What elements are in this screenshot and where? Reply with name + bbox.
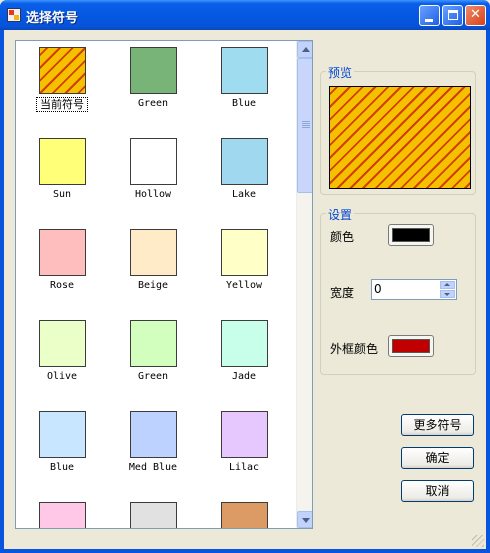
- symbol-swatch: [39, 138, 86, 185]
- resize-grip[interactable]: [472, 535, 484, 547]
- symbol-item[interactable]: [17, 498, 107, 528]
- symbol-item[interactable]: Rose: [17, 225, 107, 305]
- symbol-item[interactable]: Sun: [17, 134, 107, 214]
- symbol-label: Beige: [137, 280, 169, 291]
- symbol-swatch: [221, 229, 268, 276]
- symbol-item[interactable]: Lake: [199, 134, 289, 214]
- title-bar[interactable]: 选择符号 ✕: [0, 0, 490, 30]
- arrow-up-icon: [302, 47, 310, 52]
- symbol-item[interactable]: Green: [108, 43, 198, 123]
- app-icon: [7, 8, 21, 22]
- symbol-label: Lake: [231, 189, 257, 200]
- ok-button[interactable]: 确定: [401, 447, 474, 469]
- fill-color-swatch: [392, 228, 430, 242]
- vertical-scrollbar[interactable]: [296, 41, 312, 528]
- symbol-swatch: [130, 320, 177, 367]
- color-label: 颜色: [330, 230, 355, 244]
- symbol-swatch: [39, 502, 86, 528]
- symbol-preview: [329, 86, 471, 189]
- symbol-item[interactable]: Beige: [108, 225, 198, 305]
- minimize-button[interactable]: [419, 5, 440, 26]
- grip-line: [302, 121, 310, 122]
- symbol-swatch: [221, 411, 268, 458]
- spin-up-button[interactable]: [440, 281, 455, 289]
- symbol-swatch: [39, 229, 86, 276]
- symbol-item[interactable]: Lilac: [199, 407, 289, 487]
- maximize-button[interactable]: [442, 5, 463, 26]
- symbol-label: Rose: [49, 280, 75, 291]
- symbol-item[interactable]: 当前符号: [17, 43, 107, 123]
- scroll-thumb[interactable]: [297, 58, 312, 193]
- settings-group: 设置 颜色 宽度 0 外框颜色: [320, 206, 476, 375]
- symbol-swatch: [39, 411, 86, 458]
- symbol-swatch: [221, 47, 268, 94]
- symbol-item[interactable]: Hollow: [108, 134, 198, 214]
- symbol-label: Med Blue: [128, 462, 178, 473]
- fill-color-button[interactable]: [388, 224, 434, 246]
- symbol-label: Hollow: [134, 189, 172, 200]
- symbol-swatch: [130, 47, 177, 94]
- dialog-body: 当前符号 Green Blue Sun Hollow Lake Rose Beige Yello…: [4, 30, 486, 549]
- spinner-buttons: [440, 281, 455, 298]
- scroll-up-button[interactable]: [297, 41, 312, 58]
- symbol-swatch: [39, 47, 86, 94]
- width-spinner[interactable]: 0: [371, 279, 457, 300]
- cancel-button[interactable]: 取消: [401, 480, 474, 502]
- symbol-item[interactable]: [199, 498, 289, 528]
- width-label: 宽度: [330, 286, 355, 300]
- symbol-swatch: [221, 502, 268, 528]
- symbol-item[interactable]: Blue: [199, 43, 289, 123]
- arrow-down-icon: [444, 293, 450, 296]
- symbol-list[interactable]: 当前符号 Green Blue Sun Hollow Lake Rose Beige Yello…: [15, 40, 313, 529]
- symbol-label: Lilac: [228, 462, 260, 473]
- settings-legend: 设置: [326, 206, 355, 223]
- symbol-label: Green: [137, 98, 169, 109]
- symbol-item[interactable]: Med Blue: [108, 407, 198, 487]
- symbol-item[interactable]: Olive: [17, 316, 107, 396]
- scroll-down-button[interactable]: [297, 511, 312, 528]
- preview-group: 预览: [320, 64, 476, 195]
- grip-line: [302, 123, 310, 124]
- symbol-swatch: [221, 320, 268, 367]
- outline-color-label: 外框颜色: [330, 342, 379, 356]
- arrow-down-icon: [302, 518, 310, 523]
- symbol-label: Yellow: [225, 280, 263, 291]
- symbol-label: Sun: [52, 189, 72, 200]
- outline-color-button[interactable]: [388, 335, 434, 357]
- spin-down-button[interactable]: [440, 290, 455, 298]
- outline-color-swatch: [392, 339, 430, 353]
- symbol-label: 当前符号: [36, 97, 88, 112]
- more-symbols-button[interactable]: 更多符号: [401, 414, 474, 436]
- arrow-up-icon: [444, 283, 450, 286]
- symbol-swatch: [130, 229, 177, 276]
- symbol-swatch: [39, 320, 86, 367]
- symbol-label: Green: [137, 371, 169, 382]
- symbol-item[interactable]: Green: [108, 316, 198, 396]
- preview-legend: 预览: [326, 64, 355, 81]
- symbol-item[interactable]: [108, 498, 198, 528]
- grip-line: [302, 127, 310, 128]
- symbol-label: Blue: [231, 98, 257, 109]
- width-value[interactable]: 0: [374, 282, 382, 296]
- symbol-swatch: [130, 411, 177, 458]
- symbol-label: Jade: [231, 371, 257, 382]
- symbol-swatch: [130, 138, 177, 185]
- symbol-item[interactable]: Yellow: [199, 225, 289, 305]
- window-title: 选择符号: [26, 11, 79, 26]
- close-button[interactable]: ✕: [465, 5, 486, 26]
- symbol-swatch: [130, 502, 177, 528]
- minimize-icon: [425, 19, 433, 22]
- symbol-label: Olive: [46, 371, 78, 382]
- window: 选择符号 ✕ 当前符号 Green Blue Sun Hollow Lake Rose Bei…: [0, 0, 490, 553]
- symbol-item[interactable]: Jade: [199, 316, 289, 396]
- maximize-icon: [448, 10, 458, 20]
- grip-line: [302, 125, 310, 126]
- symbol-item[interactable]: Blue: [17, 407, 107, 487]
- close-icon: ✕: [470, 7, 481, 22]
- symbol-label: Blue: [49, 462, 75, 473]
- symbol-swatch: [221, 138, 268, 185]
